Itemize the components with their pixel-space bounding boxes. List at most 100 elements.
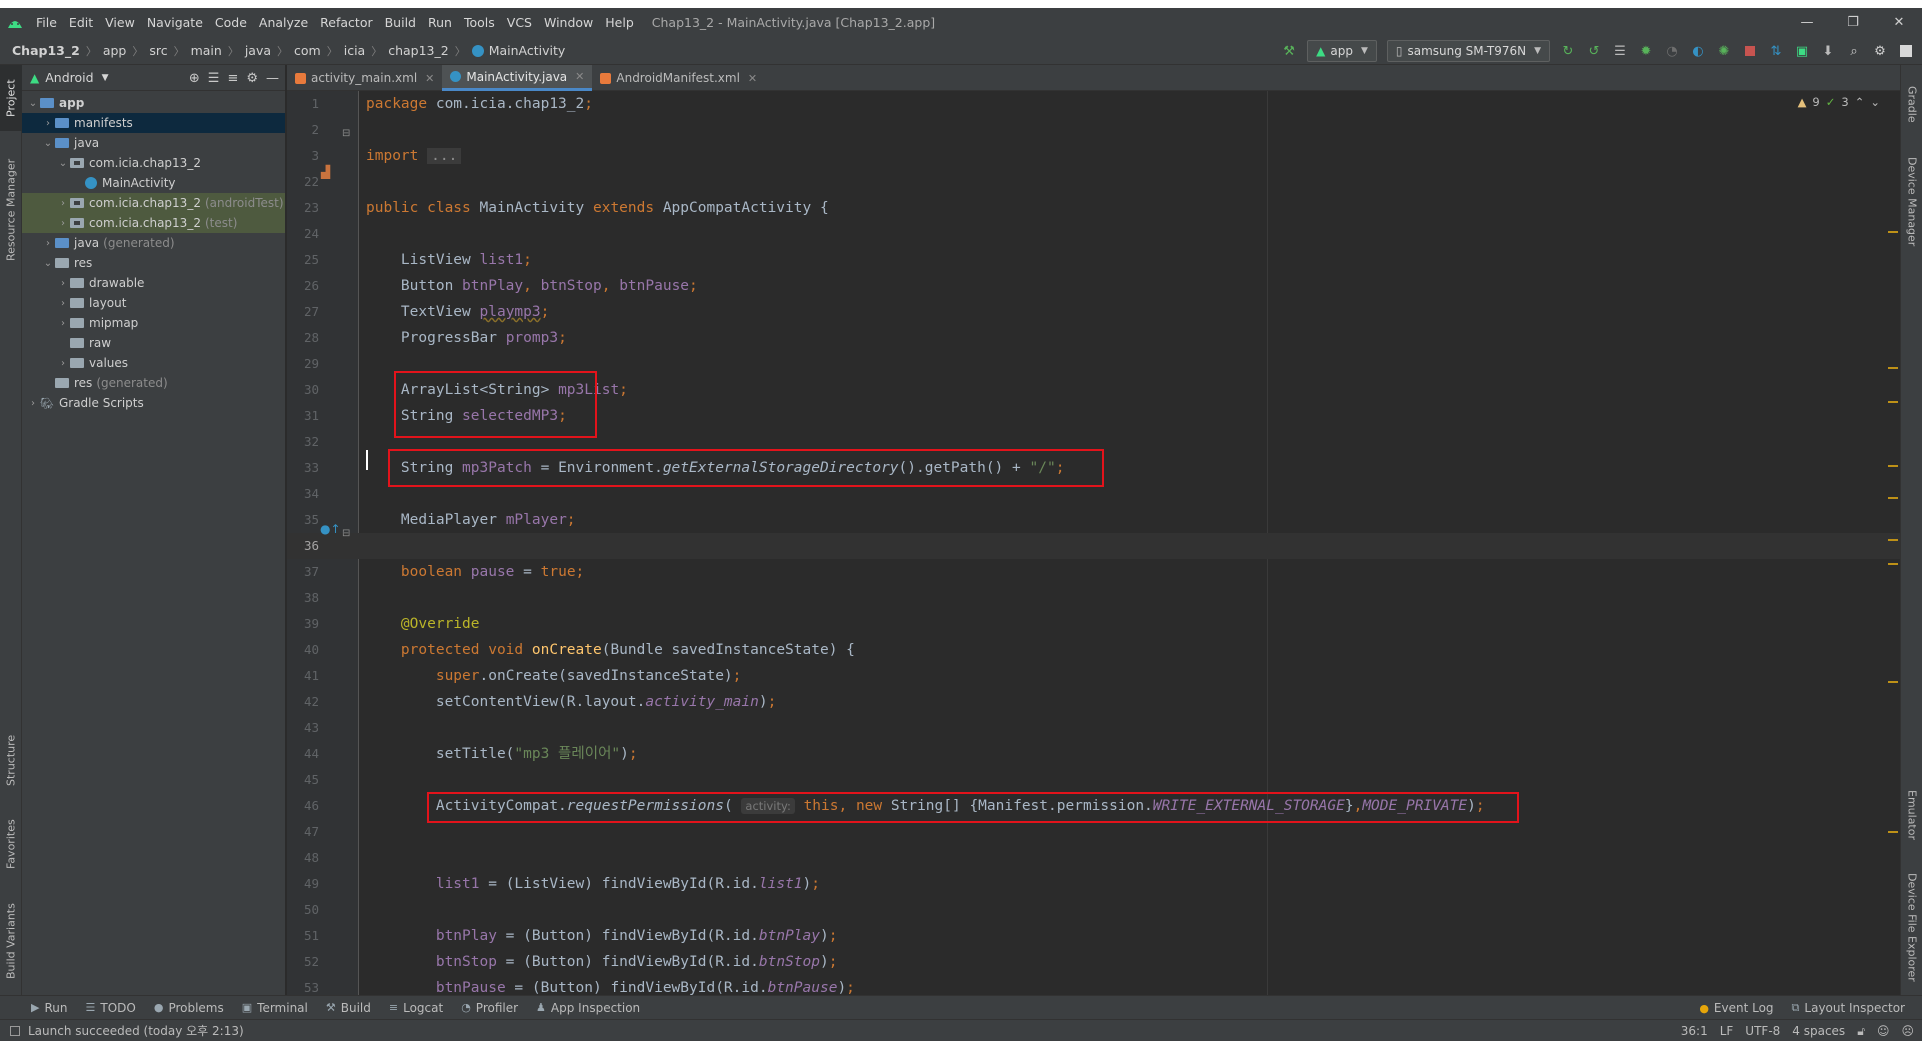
hide-icon[interactable]: — xyxy=(266,71,279,86)
menu-item-code[interactable]: Code xyxy=(209,15,253,30)
tree-item[interactable]: ⌄ com.icia.chap13_2 xyxy=(22,153,285,173)
apply-code-changes-icon[interactable]: ↺ xyxy=(1582,39,1606,63)
editor-tab[interactable]: activity_main.xml ✕ xyxy=(287,65,442,91)
editor-tab[interactable]: AndroidManifest.xml ✕ xyxy=(592,65,765,91)
fold-icon[interactable]: ⊟ xyxy=(342,528,350,539)
menu-item-analyze[interactable]: Analyze xyxy=(253,15,314,30)
bottom-tool-build[interactable]: ⚒ Build xyxy=(317,1001,380,1015)
breadcrumb-item[interactable]: app xyxy=(103,43,127,58)
gear-icon[interactable]: ⚙ xyxy=(1868,39,1892,63)
project-view-select[interactable]: ▲ Android ▼ xyxy=(30,70,108,85)
file-encoding[interactable]: UTF-8 xyxy=(1745,1024,1780,1038)
bottom-tool-profiler[interactable]: ◔ Profiler xyxy=(452,1001,527,1015)
search-icon[interactable]: ⌕ xyxy=(1842,39,1866,63)
lock-icon[interactable]: 🔓︎ xyxy=(1857,1024,1865,1039)
warning-marker[interactable] xyxy=(1888,231,1898,233)
menu-item-build[interactable]: Build xyxy=(379,15,422,30)
tree-item[interactable]: › layout xyxy=(22,293,285,313)
breadcrumb-item[interactable]: main xyxy=(191,43,222,58)
profile-icon[interactable]: ◔ xyxy=(1660,39,1684,63)
fold-icon[interactable]: ⊟ xyxy=(342,128,350,139)
tree-item[interactable]: raw xyxy=(22,333,285,353)
tree-item[interactable]: › mipmap xyxy=(22,313,285,333)
breadcrumb-item[interactable]: java xyxy=(245,43,271,58)
close-icon[interactable]: ✕ xyxy=(425,72,434,85)
bottom-tool-logcat[interactable]: ≡ Logcat xyxy=(380,1001,452,1015)
debug-icon[interactable]: ✹ xyxy=(1634,39,1658,63)
bottom-tool-app-inspection[interactable]: ♟ App Inspection xyxy=(527,1001,649,1015)
warning-marker[interactable] xyxy=(1888,465,1898,467)
warning-marker[interactable] xyxy=(1888,497,1898,499)
class-gutter-icon[interactable]: ▟ xyxy=(321,165,330,179)
menu-item-navigate[interactable]: Navigate xyxy=(141,15,209,30)
menu-item-tools[interactable]: Tools xyxy=(458,15,501,30)
gear-icon[interactable]: ⚙ xyxy=(246,71,258,86)
code-editor[interactable]: 1 package com.icia.chap13_2; 2 3 import ... 2… xyxy=(287,91,1900,995)
override-gutter-icon[interactable]: ●↑ xyxy=(320,522,341,536)
menu-item-edit[interactable]: Edit xyxy=(63,15,99,30)
tree-item[interactable]: ⌄ res xyxy=(22,253,285,273)
chevron-right-icon[interactable]: › xyxy=(41,238,55,249)
expand-all-icon[interactable]: ☰ xyxy=(208,71,220,86)
tab-favorites[interactable]: Favorites xyxy=(0,805,22,883)
stop-icon[interactable] xyxy=(1738,39,1762,63)
run-coverage-icon[interactable]: ☰ xyxy=(1608,39,1632,63)
sdk-manager-icon[interactable]: ⬇ xyxy=(1816,39,1840,63)
warning-marker[interactable] xyxy=(1888,681,1898,683)
tab-resource-manager[interactable]: Resource Manager xyxy=(0,145,22,275)
bottom-tool-layout-inspector[interactable]: ⧉ Layout Inspector xyxy=(1783,1001,1914,1015)
tab-emulator[interactable]: Emulator xyxy=(1901,775,1922,855)
line-separator[interactable]: LF xyxy=(1720,1024,1734,1038)
locate-icon[interactable]: ⊕ xyxy=(189,71,200,86)
tab-gradle[interactable]: Gradle xyxy=(1901,71,1922,137)
chevron-right-icon[interactable]: › xyxy=(56,198,70,209)
tree-item[interactable]: MainActivity xyxy=(22,173,285,193)
tab-device-manager[interactable]: Device Manager xyxy=(1901,147,1922,257)
device-select[interactable]: ▯ samsung SM-T976N ▼ xyxy=(1386,40,1550,62)
breadcrumb-item[interactable]: com xyxy=(294,43,321,58)
tab-project[interactable]: Project xyxy=(0,65,22,131)
menu-item-run[interactable]: Run xyxy=(422,15,458,30)
tree-item[interactable]: ⌄ app xyxy=(22,93,285,113)
user-icon[interactable] xyxy=(1894,39,1918,63)
tree-item[interactable]: › manifests xyxy=(22,113,285,133)
tree-item[interactable]: › drawable xyxy=(22,273,285,293)
bottom-tool-todo[interactable]: ☰ TODO xyxy=(76,1001,144,1015)
status-toggle-icon[interactable] xyxy=(10,1025,20,1036)
bottom-tool-event-log[interactable]: ● Event Log xyxy=(1690,1001,1782,1015)
tab-build-variants[interactable]: Build Variants xyxy=(0,891,22,991)
tree-item[interactable]: › java (generated) xyxy=(22,233,285,253)
chevron-down-icon[interactable]: ⌄ xyxy=(26,98,40,109)
memory-icon[interactable]: ☹ xyxy=(1901,1024,1914,1038)
collapse-all-icon[interactable]: ≡ xyxy=(227,71,238,86)
menu-item-window[interactable]: Window xyxy=(538,15,599,30)
indent-setting[interactable]: 4 spaces xyxy=(1792,1024,1845,1038)
chevron-right-icon[interactable]: › xyxy=(56,318,70,329)
close-icon[interactable]: ✕ xyxy=(748,72,757,85)
breadcrumb-item[interactable]: MainActivity xyxy=(489,43,566,58)
breadcrumb-item[interactable]: chap13_2 xyxy=(388,43,449,58)
make-project-icon[interactable]: ⚒ xyxy=(1277,39,1301,63)
menu-item-file[interactable]: File xyxy=(30,15,63,30)
chevron-right-icon[interactable]: › xyxy=(41,118,55,129)
warning-marker[interactable] xyxy=(1888,831,1898,833)
editor-tab[interactable]: MainActivity.java ✕ xyxy=(442,65,593,91)
face-icon[interactable]: ☺ xyxy=(1877,1024,1890,1038)
avd-manager-icon[interactable]: ▣ xyxy=(1790,39,1814,63)
inspection-widget[interactable]: ▲ 9 ✓ 3 ⌃ ⌄ xyxy=(1798,91,1880,113)
chevron-right-icon[interactable]: › xyxy=(56,278,70,289)
menu-item-vcs[interactable]: VCS xyxy=(501,15,538,30)
chevron-down-icon[interactable]: ⌄ xyxy=(1870,95,1880,109)
restore-button[interactable]: ❐ xyxy=(1830,8,1876,37)
breadcrumb-item[interactable]: icia xyxy=(344,43,365,58)
breadcrumb-item[interactable]: src xyxy=(149,43,167,58)
tab-structure[interactable]: Structure xyxy=(0,725,22,795)
chevron-right-icon[interactable]: › xyxy=(56,298,70,309)
debug-attach-icon[interactable]: ✺ xyxy=(1712,39,1736,63)
warning-marker[interactable] xyxy=(1888,539,1898,541)
chevron-down-icon[interactable]: ⌄ xyxy=(41,138,55,149)
bottom-tool-terminal[interactable]: ▣ Terminal xyxy=(233,1001,317,1015)
error-stripe[interactable] xyxy=(1886,91,1900,995)
breadcrumb-item[interactable]: Chap13_2 xyxy=(12,43,80,58)
tree-item[interactable]: ⌄ java xyxy=(22,133,285,153)
